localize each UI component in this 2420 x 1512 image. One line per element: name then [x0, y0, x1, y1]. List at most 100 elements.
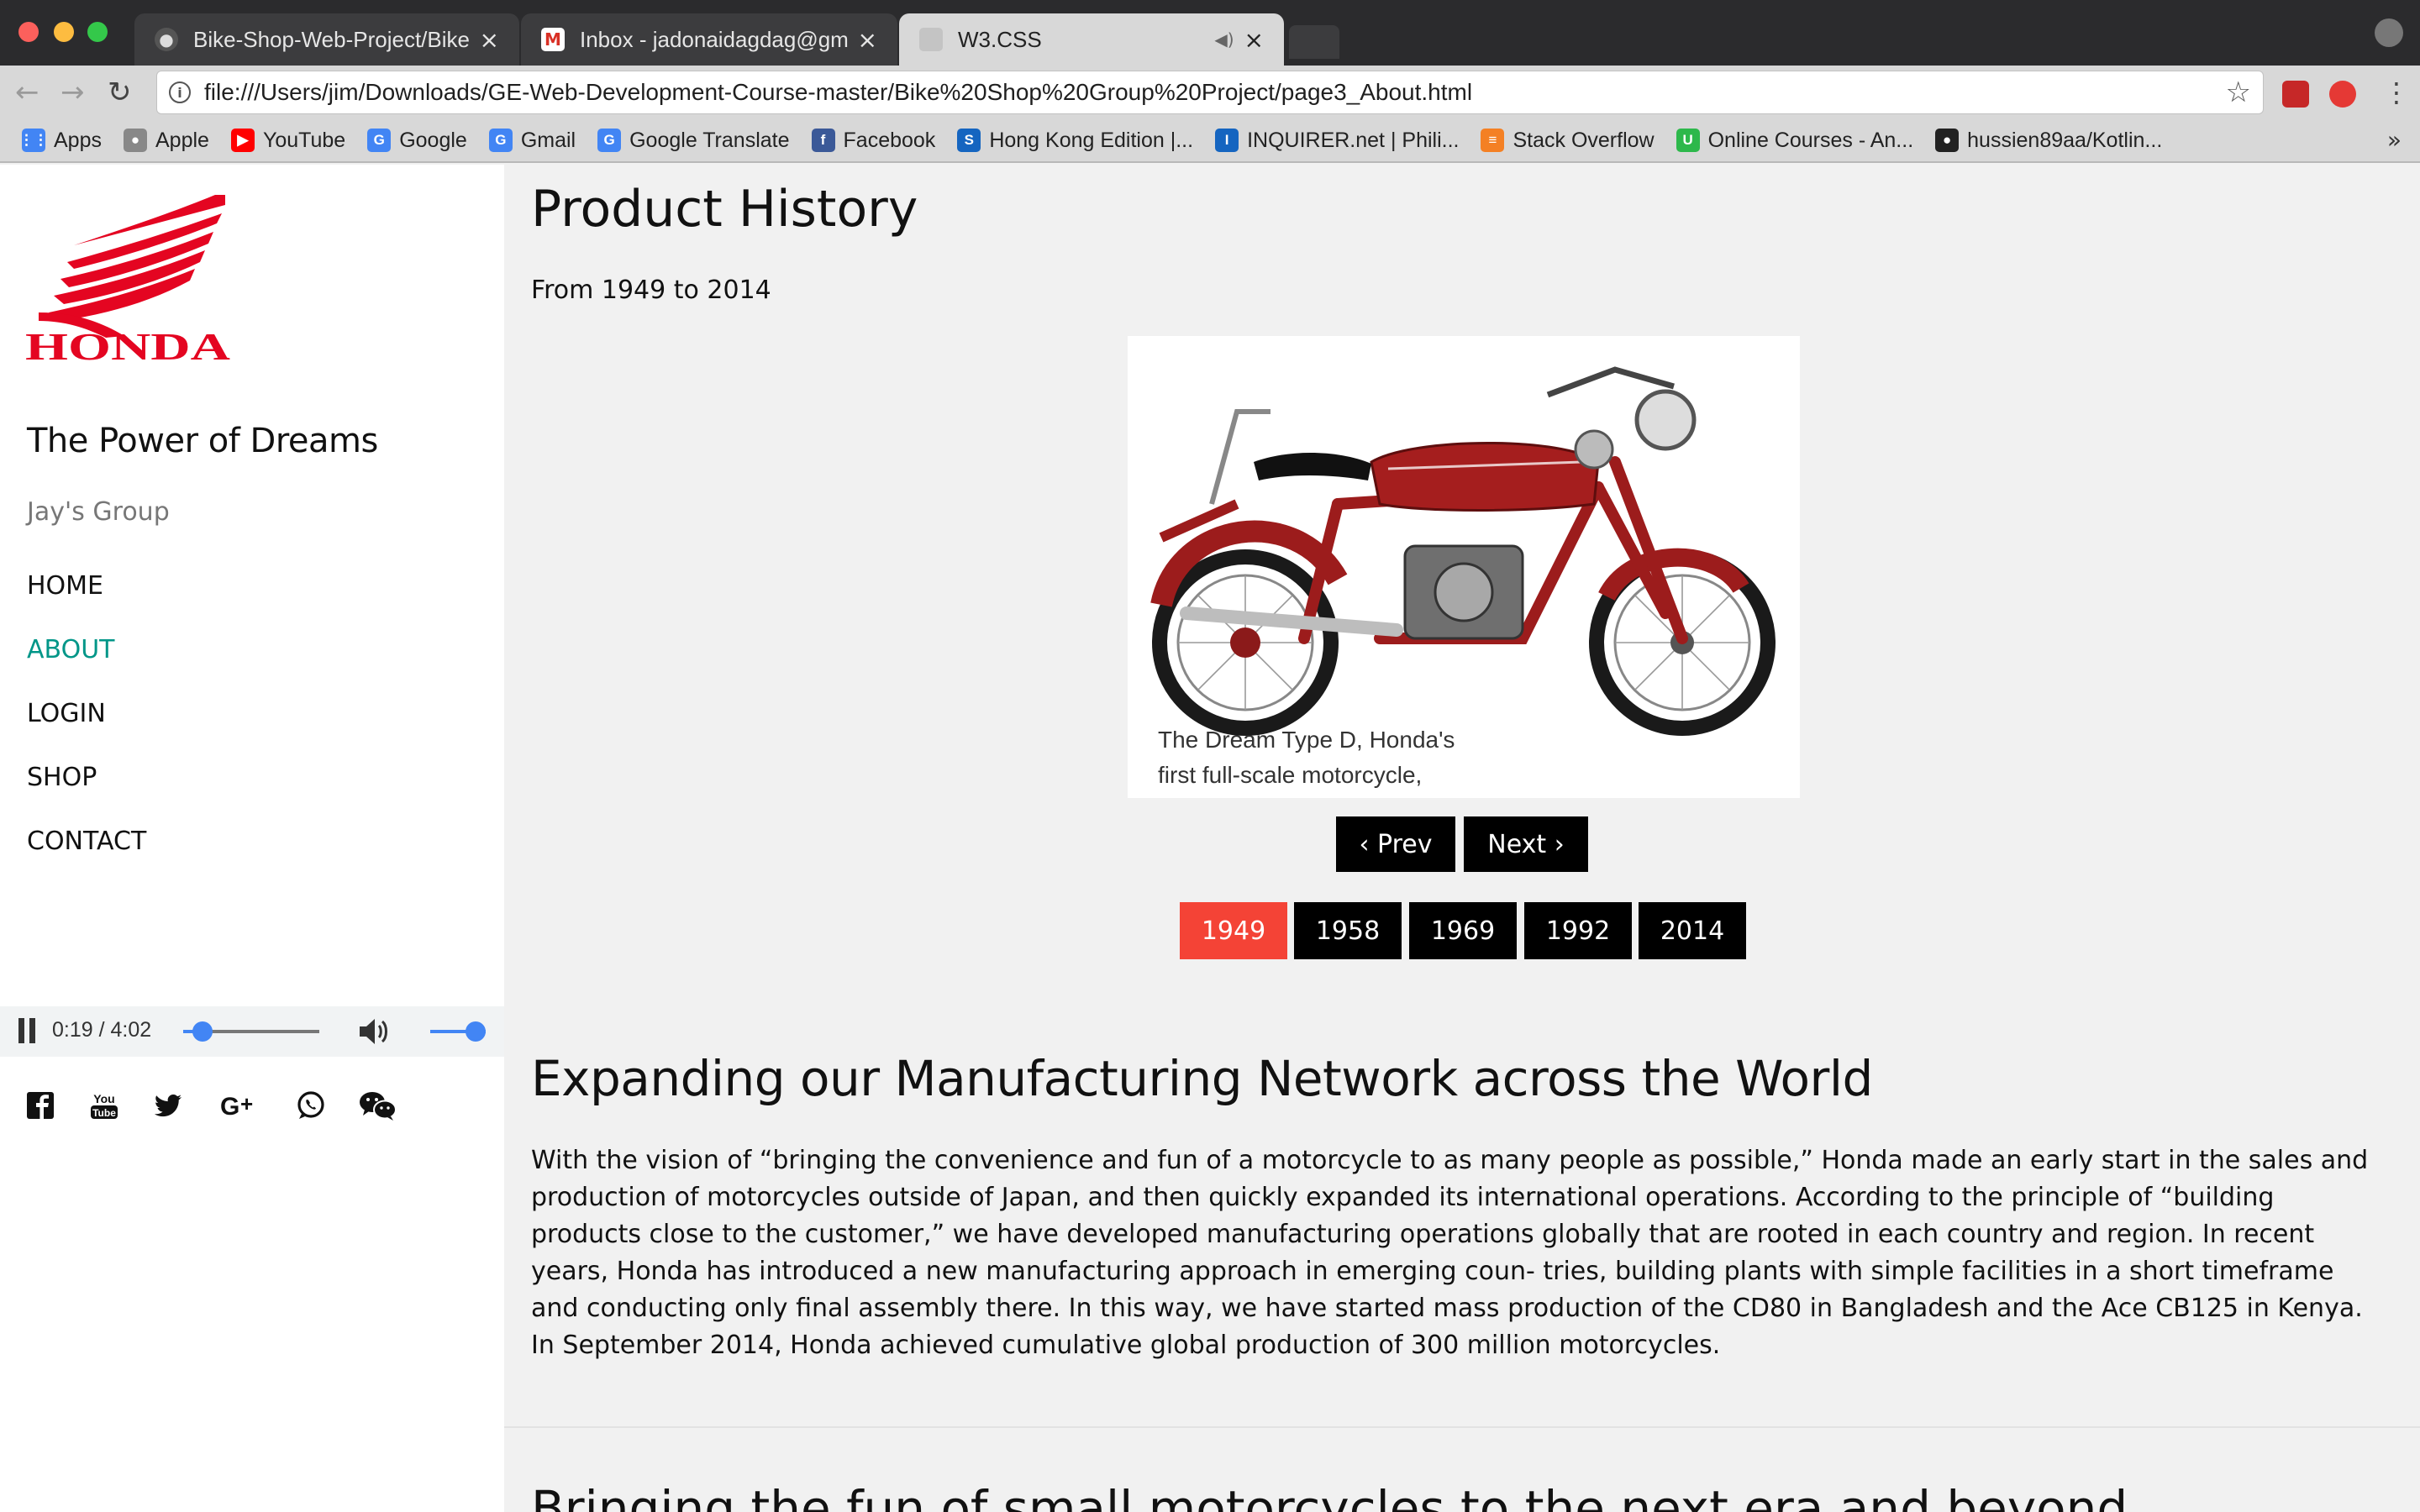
wechat-icon[interactable] [358, 1089, 398, 1122]
svg-text:You: You [93, 1092, 114, 1105]
twitter-icon[interactable] [151, 1089, 185, 1122]
reload-icon[interactable]: ↻ [108, 76, 132, 109]
slide-caption-line2: first full-scale motorcycle, [1158, 762, 1422, 788]
youtube-icon: ▶ [230, 129, 255, 152]
bookmark-item[interactable]: G Google Translate [597, 129, 790, 153]
facebook-icon[interactable] [24, 1089, 57, 1122]
bookmark-label: Apps [54, 128, 102, 152]
year-button-1992[interactable]: 1992 [1524, 902, 1632, 959]
bookmark-item[interactable]: U Online Courses - An... [1676, 128, 1914, 153]
next-button[interactable]: Next › [1464, 816, 1588, 872]
menu-dots-icon[interactable]: ⋮ [2383, 76, 2410, 109]
honda-logo[interactable]: HONDA [24, 195, 234, 368]
browser-tab[interactable]: ● Bike-Shop-Web-Project/Bike S × [134, 13, 519, 66]
year-button-1958[interactable]: 1958 [1294, 902, 1402, 959]
year-button-2014[interactable]: 2014 [1639, 902, 1746, 959]
bookmark-label: Google [399, 128, 467, 152]
bookmark-item[interactable]: f Facebook [811, 128, 936, 153]
year-button-1949[interactable]: 1949 [1180, 902, 1287, 959]
stackoverflow-icon: ≡ [1481, 129, 1505, 152]
bookmark-item[interactable]: S Hong Kong Edition |... [957, 129, 1193, 153]
github-icon: ● [155, 28, 178, 51]
browser-tab[interactable]: M Inbox - jadonaidagdag@gmail.c × [521, 13, 897, 66]
tab-title: Bike-Shop-Web-Project/Bike S [193, 26, 470, 52]
seek-slider[interactable] [183, 1021, 319, 1042]
bookmark-item[interactable]: G Google [367, 129, 467, 153]
maximize-window-button[interactable] [87, 22, 108, 42]
bookmark-item[interactable]: ● hussien89aa/Kotlin... [1935, 129, 2162, 153]
next-section-heading: Bringing the fun of small motorcycles to… [531, 1480, 2128, 1512]
browser-tab-strip: ● Bike-Shop-Web-Project/Bike S × M Inbox… [0, 0, 2420, 66]
address-bar[interactable]: i file:///Users/jim/Downloads/GE-Web-Dev… [156, 71, 2264, 114]
extension-shield-icon[interactable] [2329, 81, 2356, 108]
forward-icon[interactable]: → [60, 76, 85, 109]
bookmark-label: Gmail [520, 128, 576, 152]
back-icon[interactable]: ← [15, 76, 39, 109]
pause-icon[interactable] [17, 1018, 37, 1043]
bookmark-item[interactable]: ● Apple [123, 128, 209, 153]
gmail-icon: M [541, 28, 565, 51]
apps-grid-icon: ⋮⋮ [19, 129, 48, 152]
whatsapp-icon[interactable] [294, 1089, 328, 1122]
volume-slider[interactable] [430, 1021, 486, 1042]
new-tab-button[interactable] [1289, 25, 1339, 59]
tagline: The Power of Dreams [27, 422, 378, 460]
nav-login[interactable]: LOGIN [27, 699, 106, 728]
extension-youtube-icon[interactable] [2282, 81, 2309, 108]
nav-contact[interactable]: CONTACT [27, 827, 146, 856]
nav-shop[interactable]: SHOP [27, 763, 97, 792]
close-tab-icon[interactable]: × [480, 26, 499, 54]
bookmark-item[interactable]: ≡ Stack Overflow [1481, 128, 1655, 153]
info-icon[interactable]: i [169, 81, 191, 103]
bookmark-item[interactable]: ⋮⋮ Apps [19, 128, 102, 153]
slideshow-image[interactable]: The Dream Type D, Honda's first full-sca… [1128, 336, 1800, 798]
bookmark-label: hussien89aa/Kotlin... [1967, 128, 2163, 152]
url-text[interactable]: file:///Users/jim/Downloads/GE-Web-Devel… [204, 79, 2226, 106]
group-name: Jay's Group [27, 497, 170, 527]
section-divider [504, 1426, 2420, 1428]
close-tab-icon[interactable]: × [858, 26, 877, 54]
bookmark-item[interactable]: G Gmail [488, 128, 576, 153]
udemy-icon: U [1676, 129, 1700, 152]
speaker-icon[interactable]: ◀) [1214, 29, 1234, 50]
section-paragraph: With the vision of “bringing the conveni… [531, 1146, 2369, 1360]
bookmark-label: YouTube [262, 128, 346, 152]
bookmark-label: Hong Kong Edition |... [989, 128, 1194, 152]
nav-home[interactable]: HOME [27, 571, 103, 601]
main-content: Product History From 1949 to 2014 The Dr… [504, 165, 2420, 1512]
youtube-icon[interactable]: You Tube [87, 1089, 121, 1122]
profile-icon[interactable] [2375, 18, 2403, 47]
page-subtitle: From 1949 to 2014 [531, 276, 771, 305]
bookmarks-bar: ⋮⋮ Apps ● Apple ▶ YouTube G Google G Gmail G Google… [0, 119, 2420, 163]
volume-icon[interactable] [358, 1016, 392, 1047]
page-icon [919, 28, 943, 51]
year-button-1969[interactable]: 1969 [1409, 902, 1517, 959]
close-tab-icon[interactable]: × [1244, 26, 1264, 54]
facebook-icon: f [811, 129, 835, 152]
bookmark-item[interactable]: I INQUIRER.net | Phili... [1215, 129, 1459, 153]
tab-title: Inbox - jadonaidagdag@gmail.c [580, 26, 848, 52]
tab-title: W3.CSS [958, 26, 1042, 52]
prev-button[interactable]: ‹ Prev [1336, 816, 1455, 872]
google-plus-icon[interactable]: G + [220, 1089, 260, 1122]
bookmark-label: Apple [155, 128, 209, 152]
google-icon: G [367, 129, 392, 152]
honda-wordmark: HONDA [25, 325, 230, 363]
bookmark-label: Online Courses - An... [1707, 128, 1914, 152]
playback-time: 0:19 / 4:02 [52, 1018, 152, 1042]
google-icon: G [488, 129, 513, 152]
apple-icon: ● [123, 129, 147, 152]
browser-tab-active[interactable]: W3.CSS ◀) × [899, 13, 1284, 66]
audio-player: 0:19 / 4:02 [0, 1006, 504, 1057]
bookmark-label: Facebook [843, 128, 936, 152]
svg-text:G: G [220, 1093, 239, 1121]
nav-about[interactable]: ABOUT [27, 635, 114, 664]
bookmark-item[interactable]: ▶ YouTube [230, 128, 346, 153]
svg-text:+: + [240, 1091, 253, 1116]
close-window-button[interactable] [18, 22, 39, 42]
bookmarks-overflow-icon[interactable]: » [2387, 126, 2402, 154]
bookmark-label: Stack Overflow [1512, 128, 1655, 152]
minimize-window-button[interactable] [54, 22, 74, 42]
bookmark-star-icon[interactable]: ☆ [2226, 76, 2251, 109]
browser-toolbar: ← → ↻ i file:///Users/jim/Downloads/GE-W… [0, 66, 2420, 119]
